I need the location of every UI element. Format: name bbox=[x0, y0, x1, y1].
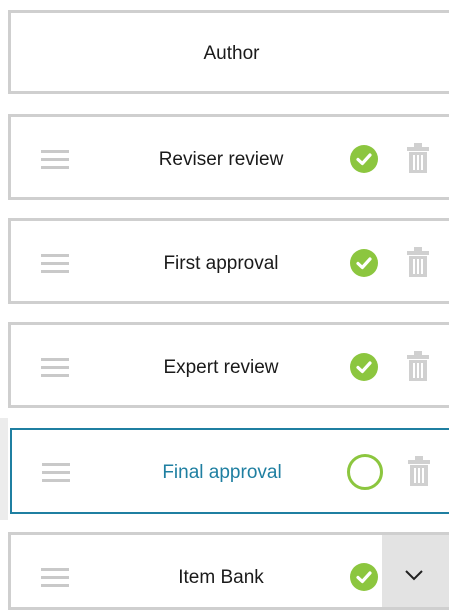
trash-icon[interactable] bbox=[405, 246, 431, 278]
trash-icon[interactable] bbox=[405, 142, 431, 174]
drag-handle-icon[interactable] bbox=[41, 568, 69, 588]
workflow-step-card-active[interactable]: Final approval bbox=[10, 428, 449, 514]
check-circle-icon bbox=[350, 353, 378, 381]
workflow-step-card[interactable]: Reviser review bbox=[8, 114, 449, 200]
workflow-step-label: Item Bank bbox=[178, 567, 264, 588]
drag-handle-icon[interactable] bbox=[42, 463, 70, 483]
workflow-step-label: First approval bbox=[163, 253, 279, 274]
chevron-down-icon bbox=[405, 570, 423, 581]
check-circle-icon bbox=[350, 563, 378, 591]
author-step-label: Author bbox=[203, 43, 260, 64]
check-circle-icon bbox=[350, 249, 378, 277]
trash-icon[interactable] bbox=[405, 350, 431, 382]
workflow-step-label: Final approval bbox=[162, 462, 282, 483]
workflow-step-label: Expert review bbox=[163, 357, 279, 378]
trash-icon[interactable] bbox=[406, 455, 432, 487]
drag-handle-icon[interactable] bbox=[41, 150, 69, 170]
workflow-step-card[interactable]: First approval bbox=[8, 218, 449, 304]
drag-handle-icon[interactable] bbox=[41, 254, 69, 274]
active-step-shadow bbox=[0, 418, 8, 520]
check-circle-icon bbox=[350, 145, 378, 173]
workflow-step-card[interactable]: Expert review bbox=[8, 322, 449, 408]
workflow-step-label: Reviser review bbox=[158, 149, 284, 170]
author-step-card: Author bbox=[8, 10, 449, 94]
workflow-step-card[interactable]: Item Bank bbox=[8, 532, 449, 610]
open-circle-icon bbox=[347, 454, 383, 490]
drag-handle-icon[interactable] bbox=[41, 358, 69, 378]
expand-dropdown-button[interactable] bbox=[382, 535, 449, 607]
